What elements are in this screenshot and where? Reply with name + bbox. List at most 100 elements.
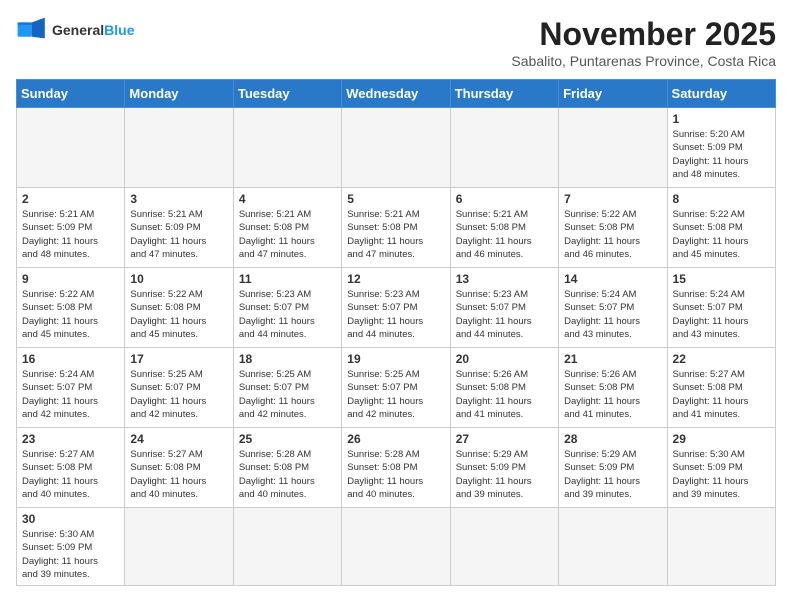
day-number: 2: [22, 192, 119, 206]
calendar-cell: 23 Sunrise: 5:27 AM Sunset: 5:08 PM Dayli…: [17, 428, 125, 508]
month-title: November 2025: [511, 16, 776, 53]
weekday-header-wednesday: Wednesday: [342, 80, 450, 108]
day-info: Sunrise: 5:26 AM Sunset: 5:08 PM Dayligh…: [456, 368, 553, 421]
calendar-cell: 22 Sunrise: 5:27 AM Sunset: 5:08 PM Dayli…: [667, 348, 775, 428]
weekday-header-saturday: Saturday: [667, 80, 775, 108]
day-info: Sunrise: 5:24 AM Sunset: 5:07 PM Dayligh…: [22, 368, 119, 421]
weekday-header-thursday: Thursday: [450, 80, 558, 108]
day-info: Sunrise: 5:23 AM Sunset: 5:07 PM Dayligh…: [456, 288, 553, 341]
calendar-cell: [342, 108, 450, 188]
title-area: November 2025 Sabalito, Puntarenas Provi…: [511, 16, 776, 69]
calendar-cell: 16 Sunrise: 5:24 AM Sunset: 5:07 PM Dayli…: [17, 348, 125, 428]
day-number: 25: [239, 432, 336, 446]
day-number: 12: [347, 272, 444, 286]
day-number: 27: [456, 432, 553, 446]
calendar-cell: 3Sunrise: 5:21 AM Sunset: 5:09 PM Daylig…: [125, 188, 233, 268]
day-number: 8: [673, 192, 770, 206]
day-info: Sunrise: 5:26 AM Sunset: 5:08 PM Dayligh…: [564, 368, 661, 421]
day-info: Sunrise: 5:22 AM Sunset: 5:08 PM Dayligh…: [564, 208, 661, 261]
calendar-week-row: 30 Sunrise: 5:30 AM Sunset: 5:09 PM Dayli…: [17, 508, 776, 586]
day-number: 23: [22, 432, 119, 446]
day-info: Sunrise: 5:23 AM Sunset: 5:07 PM Dayligh…: [347, 288, 444, 341]
calendar-cell: 20 Sunrise: 5:26 AM Sunset: 5:08 PM Dayli…: [450, 348, 558, 428]
calendar-cell: [667, 508, 775, 586]
day-info: Sunrise: 5:21 AM Sunset: 5:09 PM Dayligh…: [22, 208, 119, 261]
day-info: Sunrise: 5:25 AM Sunset: 5:07 PM Dayligh…: [239, 368, 336, 421]
day-info: Sunrise: 5:30 AM Sunset: 5:09 PM Dayligh…: [22, 528, 119, 581]
calendar-cell: 13 Sunrise: 5:23 AM Sunset: 5:07 PM Dayli…: [450, 268, 558, 348]
day-number: 26: [347, 432, 444, 446]
calendar-cell: [342, 508, 450, 586]
day-info: Sunrise: 5:22 AM Sunset: 5:08 PM Dayligh…: [130, 288, 227, 341]
day-info: Sunrise: 5:25 AM Sunset: 5:07 PM Dayligh…: [130, 368, 227, 421]
calendar-cell: 6Sunrise: 5:21 AM Sunset: 5:08 PM Daylig…: [450, 188, 558, 268]
logo-text: GeneralBlue: [52, 22, 134, 39]
day-number: 29: [673, 432, 770, 446]
day-number: 15: [673, 272, 770, 286]
weekday-header-tuesday: Tuesday: [233, 80, 341, 108]
calendar-cell: 18Sunrise: 5:25 AM Sunset: 5:07 PM Dayli…: [233, 348, 341, 428]
calendar-cell: [450, 508, 558, 586]
calendar-cell: 11 Sunrise: 5:23 AM Sunset: 5:07 PM Dayli…: [233, 268, 341, 348]
calendar-cell: 17Sunrise: 5:25 AM Sunset: 5:07 PM Dayli…: [125, 348, 233, 428]
weekday-header-friday: Friday: [559, 80, 667, 108]
day-number: 6: [456, 192, 553, 206]
calendar-cell: [233, 108, 341, 188]
calendar-cell: [233, 508, 341, 586]
day-info: Sunrise: 5:27 AM Sunset: 5:08 PM Dayligh…: [130, 448, 227, 501]
calendar-cell: 8 Sunrise: 5:22 AM Sunset: 5:08 PM Daylig…: [667, 188, 775, 268]
calendar-cell: 4 Sunrise: 5:21 AM Sunset: 5:08 PM Daylig…: [233, 188, 341, 268]
day-number: 9: [22, 272, 119, 286]
calendar-cell: 12 Sunrise: 5:23 AM Sunset: 5:07 PM Dayli…: [342, 268, 450, 348]
day-number: 5: [347, 192, 444, 206]
calendar-cell: [450, 108, 558, 188]
day-info: Sunrise: 5:21 AM Sunset: 5:08 PM Dayligh…: [239, 208, 336, 261]
day-info: Sunrise: 5:23 AM Sunset: 5:07 PM Dayligh…: [239, 288, 336, 341]
calendar-cell: 28Sunrise: 5:29 AM Sunset: 5:09 PM Dayli…: [559, 428, 667, 508]
calendar-cell: [559, 108, 667, 188]
day-info: Sunrise: 5:28 AM Sunset: 5:08 PM Dayligh…: [239, 448, 336, 501]
location-subtitle: Sabalito, Puntarenas Province, Costa Ric…: [511, 53, 776, 69]
day-number: 30: [22, 512, 119, 526]
calendar-cell: [17, 108, 125, 188]
day-number: 1: [673, 112, 770, 126]
day-info: Sunrise: 5:28 AM Sunset: 5:08 PM Dayligh…: [347, 448, 444, 501]
day-info: Sunrise: 5:24 AM Sunset: 5:07 PM Dayligh…: [673, 288, 770, 341]
calendar-cell: 7Sunrise: 5:22 AM Sunset: 5:08 PM Daylig…: [559, 188, 667, 268]
day-number: 16: [22, 352, 119, 366]
day-number: 13: [456, 272, 553, 286]
day-info: Sunrise: 5:22 AM Sunset: 5:08 PM Dayligh…: [673, 208, 770, 261]
calendar-cell: [125, 108, 233, 188]
calendar-cell: [559, 508, 667, 586]
calendar-cell: 10 Sunrise: 5:22 AM Sunset: 5:08 PM Dayli…: [125, 268, 233, 348]
day-number: 22: [673, 352, 770, 366]
day-number: 11: [239, 272, 336, 286]
day-info: Sunrise: 5:22 AM Sunset: 5:08 PM Dayligh…: [22, 288, 119, 341]
day-info: Sunrise: 5:20 AM Sunset: 5:09 PM Dayligh…: [673, 128, 770, 181]
day-info: Sunrise: 5:27 AM Sunset: 5:08 PM Dayligh…: [22, 448, 119, 501]
calendar-cell: 5Sunrise: 5:21 AM Sunset: 5:08 PM Daylig…: [342, 188, 450, 268]
day-info: Sunrise: 5:29 AM Sunset: 5:09 PM Dayligh…: [456, 448, 553, 501]
day-number: 21: [564, 352, 661, 366]
weekday-header-monday: Monday: [125, 80, 233, 108]
calendar-cell: 27 Sunrise: 5:29 AM Sunset: 5:09 PM Dayli…: [450, 428, 558, 508]
calendar-cell: 21 Sunrise: 5:26 AM Sunset: 5:08 PM Dayli…: [559, 348, 667, 428]
day-number: 3: [130, 192, 227, 206]
weekday-header-sunday: Sunday: [17, 80, 125, 108]
calendar-cell: 15 Sunrise: 5:24 AM Sunset: 5:07 PM Dayli…: [667, 268, 775, 348]
day-number: 10: [130, 272, 227, 286]
day-number: 4: [239, 192, 336, 206]
calendar-week-row: 1 Sunrise: 5:20 AM Sunset: 5:09 PM Daylig…: [17, 108, 776, 188]
calendar-cell: 1 Sunrise: 5:20 AM Sunset: 5:09 PM Daylig…: [667, 108, 775, 188]
day-number: 28: [564, 432, 661, 446]
calendar-cell: 14Sunrise: 5:24 AM Sunset: 5:07 PM Dayli…: [559, 268, 667, 348]
calendar-week-row: 9 Sunrise: 5:22 AM Sunset: 5:08 PM Daylig…: [17, 268, 776, 348]
logo: GeneralBlue: [16, 16, 134, 44]
day-info: Sunrise: 5:30 AM Sunset: 5:09 PM Dayligh…: [673, 448, 770, 501]
day-number: 20: [456, 352, 553, 366]
calendar-cell: [125, 508, 233, 586]
day-info: Sunrise: 5:27 AM Sunset: 5:08 PM Dayligh…: [673, 368, 770, 421]
calendar-cell: 29 Sunrise: 5:30 AM Sunset: 5:09 PM Dayli…: [667, 428, 775, 508]
calendar-cell: 24Sunrise: 5:27 AM Sunset: 5:08 PM Dayli…: [125, 428, 233, 508]
page-header: GeneralBlue November 2025 Sabalito, Punt…: [16, 16, 776, 69]
